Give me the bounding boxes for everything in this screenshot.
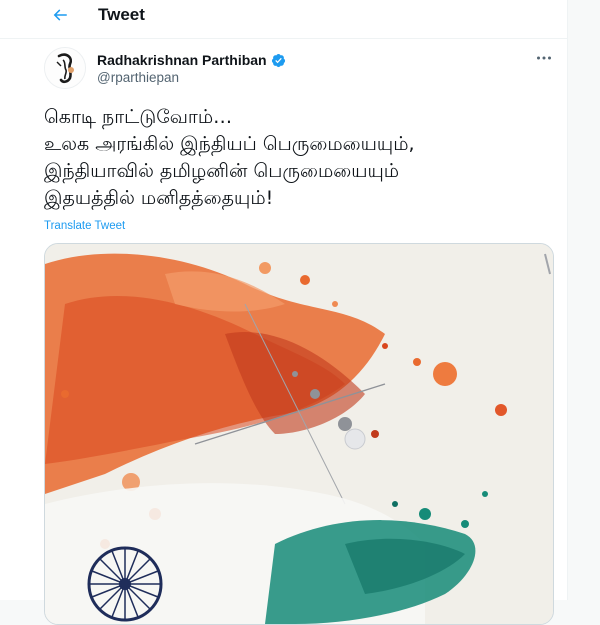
back-button[interactable] <box>42 0 78 30</box>
author-name-row[interactable]: Radhakrishnan Parthiban <box>97 52 286 68</box>
tweet-text-line: கொடி நாட்டுவோம்… <box>44 106 233 128</box>
author-handle[interactable]: @rparthiepan <box>97 70 179 86</box>
tweet-text-line: உலக அரங்கில் இந்தியப் பெருமையையும், <box>44 133 415 155</box>
more-options-button[interactable] <box>533 50 555 66</box>
arrow-left-icon <box>53 9 67 21</box>
translate-tweet-link[interactable]: Translate Tweet <box>44 220 125 232</box>
author-display-name[interactable]: Radhakrishnan Parthiban <box>97 52 267 68</box>
tweet-text-line: இந்தியாவில் தமிழனின் பெருமையையும் <box>44 160 400 182</box>
more-horizontal-icon <box>537 56 551 60</box>
tweet-media-image[interactable] <box>44 243 554 625</box>
tweet-text: கொடி நாட்டுவோம்… உலக அரங்கில் இந்தியப் ப… <box>44 104 559 212</box>
header-bar: Tweet <box>0 0 567 39</box>
verified-badge-icon <box>271 53 285 67</box>
flag-watercolor-artwork <box>45 244 553 624</box>
avatar[interactable] <box>44 47 86 89</box>
avatar-image <box>45 48 85 88</box>
page-title: Tweet <box>98 5 145 24</box>
tweet-text-line: இதயத்தில் மனிதத்தையும்! <box>44 187 274 209</box>
tweet-detail-column: Tweet Radhakrishnan Parthiban @rparthiep… <box>0 0 568 625</box>
